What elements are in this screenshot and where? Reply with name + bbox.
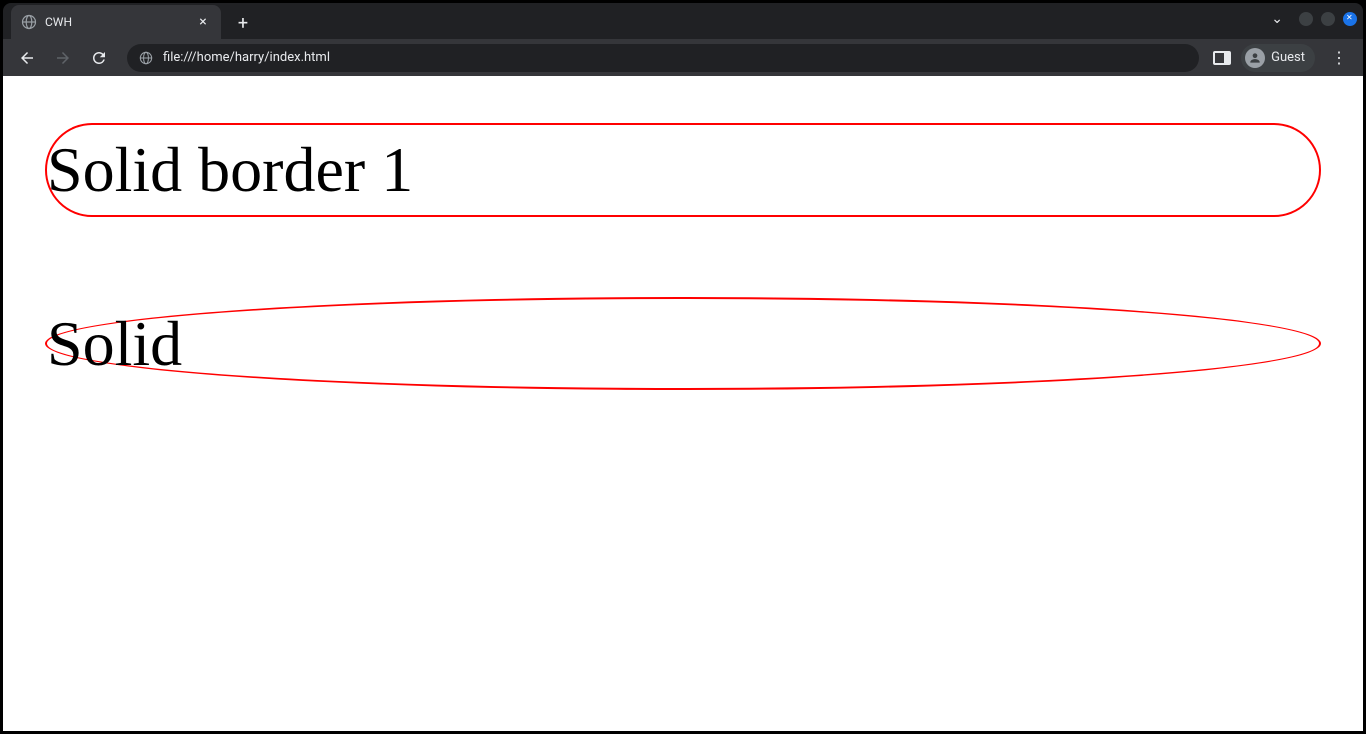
guest-label: Guest: [1271, 50, 1305, 65]
window-controls: ⌄: [1271, 11, 1357, 27]
toolbar: file:///home/harry/index.html Guest ⋮: [3, 39, 1363, 76]
paragraph-1: Solid border 1: [45, 123, 1321, 217]
forward-button[interactable]: [49, 44, 77, 72]
paragraph-2: Solid: [45, 297, 1321, 391]
menu-button[interactable]: ⋮: [1325, 44, 1353, 72]
maximize-button[interactable]: [1321, 12, 1335, 26]
address-bar[interactable]: file:///home/harry/index.html: [127, 44, 1199, 72]
tab-bar: CWH × + ⌄: [3, 3, 1363, 39]
back-button[interactable]: [13, 44, 41, 72]
new-tab-button[interactable]: +: [229, 9, 257, 37]
avatar-icon: [1245, 48, 1265, 68]
file-icon: [139, 51, 153, 65]
chevron-down-icon[interactable]: ⌄: [1271, 11, 1283, 27]
tab-title: CWH: [45, 15, 187, 29]
side-panel-icon[interactable]: [1213, 51, 1231, 65]
close-icon[interactable]: ×: [195, 14, 211, 30]
browser-tab[interactable]: CWH ×: [11, 5, 221, 39]
reload-button[interactable]: [85, 44, 113, 72]
toolbar-right: Guest ⋮: [1213, 44, 1353, 72]
page-viewport: Solid border 1 Solid: [3, 76, 1363, 731]
globe-icon: [21, 14, 37, 30]
window-close-button[interactable]: [1343, 12, 1357, 26]
profile-badge[interactable]: Guest: [1241, 44, 1315, 72]
minimize-button[interactable]: [1299, 12, 1313, 26]
browser-chrome: CWH × + ⌄: [3, 3, 1363, 76]
address-url: file:///home/harry/index.html: [163, 50, 330, 65]
page-body: Solid border 1 Solid: [3, 76, 1363, 437]
